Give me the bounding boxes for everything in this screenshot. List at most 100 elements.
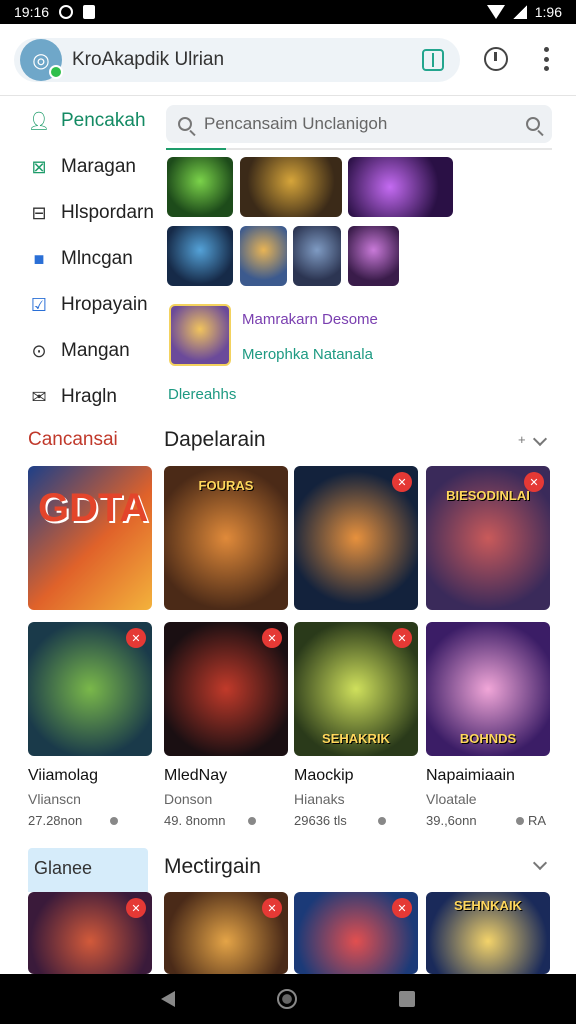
close-icon[interactable]: ✕ [392,472,412,492]
recent-thumb[interactable] [240,157,342,217]
search-icon [178,117,192,131]
sidebar-item-label: Mlncgan [61,248,133,269]
game-card[interactable]: BIESODINLAI ✕ [426,466,550,610]
game-card[interactable]: ✕ SEHAKRIK [294,622,418,756]
details-link[interactable]: Dlereahhs [168,386,236,403]
wifi-icon [486,5,505,19]
sidebar-item-label: Pencakah [61,110,146,131]
url-bar[interactable]: ◎ KroAkapdik Ulrian [14,38,460,82]
close-icon[interactable]: ✕ [392,628,412,648]
category-chip[interactable]: Glanee [28,848,148,892]
sidebar-item-maragan[interactable]: ⊠ Maragan [0,144,160,190]
search-placeholder: Pencansaim Unclanigoh [204,114,388,133]
game-card[interactable]: ✕ [28,892,152,974]
recent-thumb[interactable] [240,226,287,286]
game-card[interactable]: ✕ [294,892,418,974]
tabs-icon[interactable] [422,49,444,71]
game-card[interactable]: ✕ [164,622,288,756]
close-icon[interactable]: ✕ [392,898,412,918]
sidebar-item-pencakah[interactable]: 👤︎ Pencakah [0,98,160,144]
chevron-down-icon[interactable] [532,855,548,871]
site-avatar[interactable]: ◎ [20,39,63,81]
search-submit-icon[interactable] [526,117,540,131]
close-icon[interactable]: ✕ [126,628,146,648]
sidebar-item-label: Hlspordarn [61,202,154,223]
recent-thumb[interactable] [348,226,399,286]
envelope-icon: ✉ [31,386,47,407]
sidebar-item-mangan[interactable]: ⊙ Mangan [0,328,160,374]
close-icon[interactable]: ✕ [262,628,282,648]
game-extra: RA [528,813,547,828]
status-bar: 19:16 1:96 [0,0,576,24]
game-card-caption: GDTA [38,486,149,530]
recent-thumb[interactable] [167,226,233,286]
online-status-dot [49,65,63,79]
game-card[interactable]: ✕ [164,892,288,974]
game-card[interactable]: SEHNKAIK [426,892,550,974]
section-title: Dapelarain [164,428,266,451]
game-subtitle: Donson [164,791,213,807]
sidebar-item-label: Mangan [61,340,130,361]
more-vert-icon[interactable] [538,44,554,74]
search-underline [166,148,552,150]
game-card[interactable]: FOURAS [164,466,288,610]
alarm-icon [59,5,74,19]
close-icon[interactable]: ✕ [524,472,544,492]
sidebar-item-hragln[interactable]: ✉ Hragln [0,374,160,420]
square-icon: ⊟ [31,202,47,223]
recents-icon[interactable] [399,991,415,1007]
status-clock: 1:96 [534,4,562,20]
game-subtitle: Vlianscn [28,791,81,807]
close-icon[interactable]: ✕ [262,898,282,918]
sidebar-item-hlspordarn[interactable]: ⊟ Hlspordarn [0,190,160,236]
game-meta: 39.,6onn [426,813,477,828]
home-icon[interactable] [277,989,297,1009]
close-icon[interactable]: ✕ [126,898,146,918]
game-subtitle: Hianaks [294,791,345,807]
box-icon: ■ [33,248,45,269]
sidebar: 👤︎ Pencakah ⊠ Maragan ⊟ Hlspordarn ■ Mln… [0,98,160,420]
game-card-caption: FOURAS [198,478,254,493]
game-title[interactable]: MledNay [164,767,227,785]
game-title[interactable]: Maockip [294,767,354,785]
game-card[interactable]: ✕ [28,622,152,756]
game-card-caption: SEHAKRIK [322,731,390,746]
more-dot-icon[interactable] [110,817,118,825]
recent-thumb[interactable] [348,157,453,217]
game-card[interactable]: ✕ [294,466,418,610]
sidebar-section-label[interactable]: Cancansai [28,429,118,451]
sort-icon[interactable]: + [518,432,526,447]
game-card-caption: SEHNKAIK [454,898,522,913]
sidebar-item-label: Hropayain [61,294,148,315]
game-card-caption: BIESODINLAI [446,488,530,503]
game-subtitle: Vloatale [426,791,477,807]
sidebar-item-hropayain[interactable]: ☑ Hropayain [0,282,160,328]
globe-icon: ◎ [32,49,50,72]
recent-title[interactable]: Mamrakarn Desome [242,311,378,328]
game-meta: 49. 8nomn [164,813,226,828]
game-meta: 29636 tls [294,813,347,828]
back-icon[interactable] [161,991,175,1007]
recent-thumb-featured[interactable] [169,304,231,366]
game-title[interactable]: Napaimiaain [426,767,515,785]
more-dot-icon[interactable] [248,817,256,825]
search-input[interactable]: Pencansaim Unclanigoh [166,105,552,143]
history-icon[interactable] [484,47,508,71]
game-card-caption: BOHNDS [459,731,517,746]
category-chip-label: Glanee [34,858,93,878]
sidebar-item-mlncgan[interactable]: ■ Mlncgan [0,236,160,282]
recent-thumb[interactable] [293,226,341,286]
person-icon: 👤︎ [27,110,51,131]
game-card[interactable]: BOHNDS [426,622,550,756]
sidebar-item-label: Maragan [61,156,136,177]
game-title[interactable]: Viiamolag [28,767,98,785]
chevron-down-icon[interactable] [532,431,548,447]
game-meta: 27.28non [28,813,83,828]
url-text[interactable]: KroAkapdik Ulrian [72,49,224,71]
system-nav-bar [0,974,576,1024]
recent-thumb[interactable] [167,157,233,217]
recent-subtitle[interactable]: Merophka Natanala [242,346,373,363]
more-dot-icon[interactable] [516,817,524,825]
game-card[interactable]: GDTA [28,466,152,610]
more-dot-icon[interactable] [378,817,386,825]
